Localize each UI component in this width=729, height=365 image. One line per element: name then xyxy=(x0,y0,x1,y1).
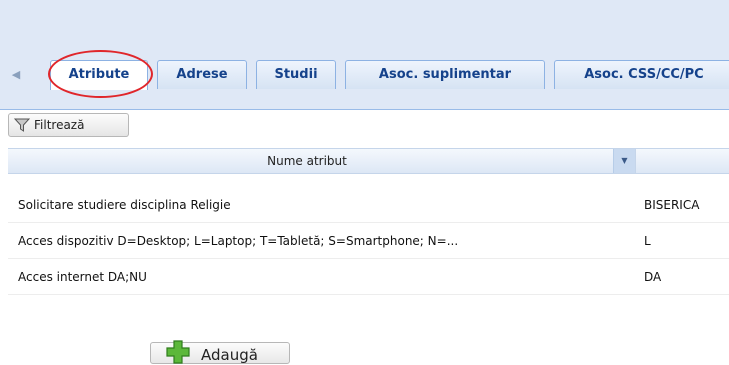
tab-asoc-css[interactable]: Asoc. CSS/CC/PC xyxy=(554,60,729,89)
filter-button[interactable]: Filtrează xyxy=(8,113,129,137)
column-menu-trigger-icon[interactable]: ▼ xyxy=(613,149,635,173)
cell-attribute-name: Solicitare studiere disciplina Religie xyxy=(18,198,231,212)
column-header-label: Nume atribut xyxy=(267,154,347,168)
grid-toolbar: Filtrează xyxy=(0,110,729,144)
table-row[interactable]: Acces dispozitiv D=Desktop; L=Laptop; T=… xyxy=(8,223,729,259)
add-button[interactable]: Adaugă xyxy=(150,340,290,364)
tab-scroll-left-icon[interactable]: ◀ xyxy=(8,64,24,86)
cell-attribute-name: Acces internet DA;NU xyxy=(18,270,147,284)
cell-attribute-value: BISERICA xyxy=(644,198,700,212)
column-header-nume-atribut[interactable]: Nume atribut ▼ xyxy=(8,149,636,173)
highlight-annotation xyxy=(48,50,153,98)
header-bar xyxy=(0,0,729,54)
table-row[interactable]: Acces internet DA;NU DA xyxy=(8,259,729,295)
grid-header: Nume atribut ▼ xyxy=(8,148,729,174)
filter-button-label: Filtrează xyxy=(34,118,85,132)
cell-attribute-name: Acces dispozitiv D=Desktop; L=Laptop; T=… xyxy=(18,234,459,248)
tab-adrese[interactable]: Adrese xyxy=(157,60,247,89)
cell-attribute-value: DA xyxy=(644,270,662,284)
cell-attribute-value: L xyxy=(644,234,651,248)
filter-icon xyxy=(14,118,30,132)
tab-asoc-suplimentar[interactable]: Asoc. suplimentar xyxy=(345,60,545,89)
add-button-label: Adaugă xyxy=(201,346,258,364)
tab-studii[interactable]: Studii xyxy=(256,60,336,89)
plus-icon xyxy=(166,340,190,364)
table-row[interactable]: Solicitare studiere disciplina Religie B… xyxy=(8,187,729,223)
